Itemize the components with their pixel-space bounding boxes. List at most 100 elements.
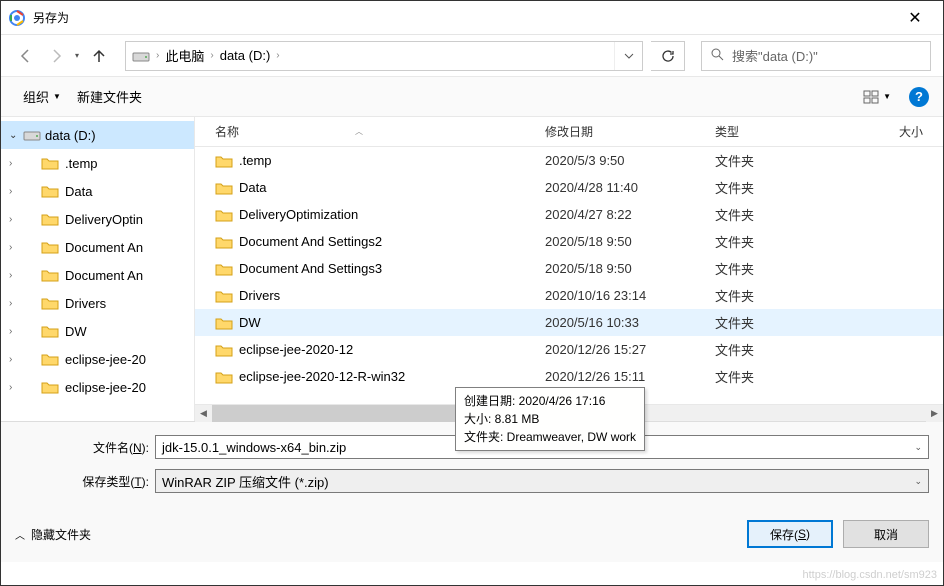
hover-tooltip: 创建日期: 2020/4/26 17:16 大小: 8.81 MB 文件夹: D…: [455, 387, 645, 451]
folder-icon: [215, 289, 233, 303]
file-row[interactable]: Drivers2020/10/16 23:14文件夹: [195, 282, 943, 309]
tree-item[interactable]: › Document An: [1, 233, 194, 261]
expand-icon[interactable]: ›: [9, 382, 23, 393]
nav-forward-button[interactable]: [45, 44, 69, 68]
filetype-label: 保存类型(T):: [15, 473, 155, 490]
file-name: Data: [239, 180, 266, 195]
tree-root-item[interactable]: ⌄ data (D:): [1, 121, 194, 149]
address-dropdown-button[interactable]: [614, 42, 642, 70]
tree-item[interactable]: › DeliveryOptin: [1, 205, 194, 233]
file-date: 2020/12/26 15:11: [545, 369, 715, 384]
file-type: 文件夹: [715, 313, 845, 332]
tree-item[interactable]: › Document An: [1, 261, 194, 289]
tree-item-label: eclipse-jee-20: [65, 380, 146, 395]
file-date: 2020/5/16 10:33: [545, 315, 715, 330]
expand-icon[interactable]: ›: [9, 242, 23, 253]
tree-item[interactable]: › DW: [1, 317, 194, 345]
filetype-select[interactable]: WinRAR ZIP 压缩文件 (*.zip)⌄: [155, 469, 929, 493]
scroll-right-button[interactable]: ▶: [926, 405, 943, 422]
col-size-header[interactable]: 大小: [845, 123, 943, 140]
nav-back-button[interactable]: [13, 44, 37, 68]
help-button[interactable]: ?: [909, 87, 929, 107]
column-headers: 名称︿ 修改日期 类型 大小: [195, 117, 943, 147]
folder-icon: [41, 268, 59, 282]
file-row[interactable]: .temp2020/5/3 9:50文件夹: [195, 147, 943, 174]
search-icon: [710, 47, 724, 64]
file-name: DeliveryOptimization: [239, 207, 358, 222]
nav-up-button[interactable]: [87, 44, 111, 68]
file-date: 2020/5/18 9:50: [545, 261, 715, 276]
tree-item[interactable]: ›eclipse-jee-20: [1, 345, 194, 373]
file-name: eclipse-jee-2020-12: [239, 342, 353, 357]
file-row[interactable]: Document And Settings22020/5/18 9:50文件夹: [195, 228, 943, 255]
expand-icon[interactable]: ›: [9, 214, 23, 225]
file-row[interactable]: DeliveryOptimization2020/4/27 8:22文件夹: [195, 201, 943, 228]
tree-item[interactable]: › Data: [1, 177, 194, 205]
tree-item-label: Drivers: [65, 296, 106, 311]
file-date: 2020/4/27 8:22: [545, 207, 715, 222]
file-type: 文件夹: [715, 232, 845, 251]
dropdown-icon[interactable]: ⌄: [914, 476, 922, 487]
file-date: 2020/5/3 9:50: [545, 153, 715, 168]
file-name: Document And Settings2: [239, 234, 382, 249]
navbar: ▾ › 此电脑 › data (D:) › 搜索"data (D:)": [1, 35, 943, 77]
dropdown-icon[interactable]: ⌄: [914, 442, 922, 453]
search-placeholder: 搜索"data (D:)": [732, 46, 818, 65]
chevron-up-icon: ︿: [15, 527, 25, 542]
expand-icon[interactable]: ›: [9, 326, 23, 337]
tooltip-line: 创建日期: 2020/4/26 17:16: [464, 392, 636, 410]
disk-icon: [23, 128, 41, 142]
hide-folders-toggle[interactable]: ︿隐藏文件夹: [15, 526, 91, 543]
breadcrumb-drive[interactable]: data (D:): [220, 48, 271, 63]
expand-icon[interactable]: ›: [9, 298, 23, 309]
tree-item[interactable]: › Drivers: [1, 289, 194, 317]
toolbar: 组织▼ 新建文件夹 ▼ ?: [1, 77, 943, 117]
nav-history-dropdown[interactable]: ▾: [75, 51, 79, 60]
watermark: https://blog.csdn.net/sm923: [802, 569, 937, 581]
folder-icon: [41, 240, 59, 254]
tree-item-label: Document An: [65, 240, 143, 255]
address-bar[interactable]: › 此电脑 › data (D:) ›: [126, 46, 614, 65]
save-button[interactable]: 保存(S): [747, 520, 833, 548]
col-date-header[interactable]: 修改日期: [545, 123, 715, 140]
expand-icon[interactable]: ›: [9, 186, 23, 197]
file-row[interactable]: DW 2020/5/16 10:33文件夹: [195, 309, 943, 336]
organize-button[interactable]: 组织▼: [15, 87, 69, 106]
tree-item-label: DeliveryOptin: [65, 212, 143, 227]
chevron-right-icon: ›: [276, 50, 279, 61]
col-type-header[interactable]: 类型: [715, 123, 845, 140]
tree-item-label: Data: [65, 184, 92, 199]
file-name: eclipse-jee-2020-12-R-win32: [239, 369, 405, 384]
tree-item[interactable]: › eclipse-jee-20: [1, 373, 194, 401]
breadcrumb-root[interactable]: 此电脑: [165, 46, 204, 65]
close-button[interactable]: ✕: [895, 8, 935, 28]
expand-icon[interactable]: ›: [9, 158, 23, 169]
search-input[interactable]: 搜索"data (D:)": [701, 41, 931, 71]
titlebar: 另存为 ✕: [1, 1, 943, 35]
expand-icon[interactable]: ›: [9, 270, 23, 281]
tree-item-label: DW: [65, 324, 87, 339]
refresh-button[interactable]: [651, 41, 685, 71]
folder-icon: [41, 296, 59, 310]
new-folder-button[interactable]: 新建文件夹: [69, 87, 150, 106]
collapse-icon[interactable]: ⌄: [9, 130, 23, 141]
tree-item[interactable]: ›.temp: [1, 149, 194, 177]
expand-icon[interactable]: ›: [9, 354, 23, 365]
disk-icon: [132, 49, 150, 63]
file-row[interactable]: Document And Settings32020/5/18 9:50文件夹: [195, 255, 943, 282]
file-row[interactable]: Data2020/4/28 11:40文件夹: [195, 174, 943, 201]
chevron-right-icon: ›: [156, 50, 159, 61]
file-row[interactable]: eclipse-jee-2020-122020/12/26 15:27文件夹: [195, 336, 943, 363]
file-row[interactable]: eclipse-jee-2020-12-R-win32 2020/12/26 15…: [195, 363, 943, 390]
scroll-left-button[interactable]: ◀: [195, 405, 212, 422]
footer: ︿隐藏文件夹 保存(S) 取消: [1, 506, 943, 562]
file-type: 文件夹: [715, 340, 845, 359]
tooltip-line: 文件夹: Dreamweaver, DW work: [464, 428, 636, 446]
tree-item-label: Document An: [65, 268, 143, 283]
folder-icon: [215, 235, 233, 249]
file-name: DW: [239, 315, 261, 330]
view-mode-button[interactable]: ▼: [857, 86, 897, 108]
cancel-button[interactable]: 取消: [843, 520, 929, 548]
folder-icon: [41, 156, 59, 170]
col-name-header[interactable]: 名称︿: [215, 123, 545, 140]
